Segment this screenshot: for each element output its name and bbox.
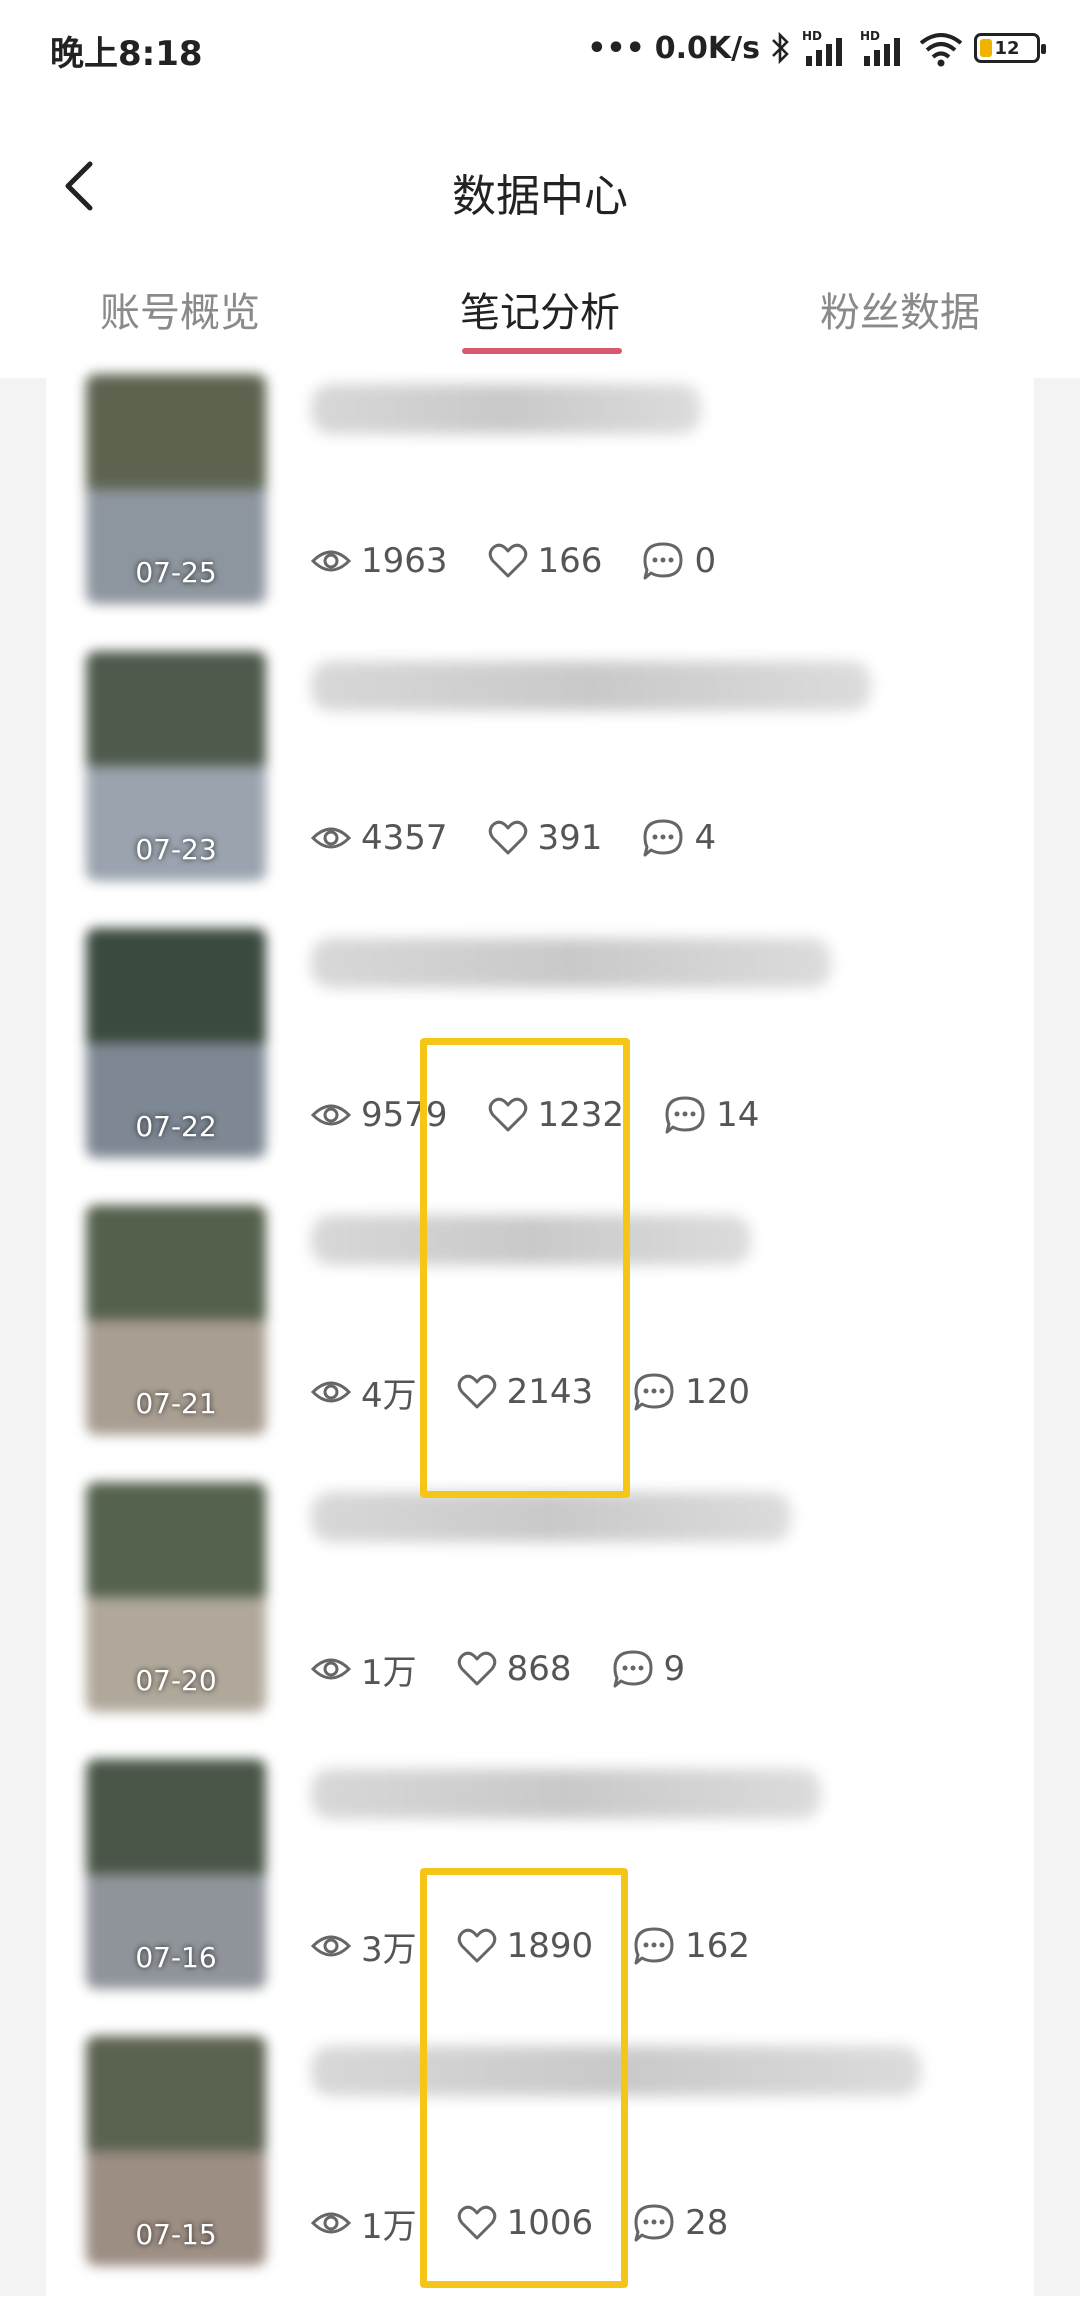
- note-date: 07-16: [135, 1941, 217, 1974]
- eye-icon: [311, 827, 351, 849]
- comments-count: 14: [716, 1095, 760, 1135]
- highlight-box-1: [420, 1038, 630, 1498]
- eye-icon: [311, 550, 351, 572]
- views-count: 4357: [361, 818, 448, 858]
- views-count: 1963: [361, 541, 448, 581]
- eye-icon: [311, 2212, 351, 2234]
- note-date: 07-25: [135, 556, 217, 589]
- note-date: 07-23: [135, 833, 217, 866]
- wifi-icon: [919, 33, 963, 67]
- signal-hd-icon-2: HD: [860, 29, 900, 66]
- note-stats: 1万 868 9: [311, 1644, 725, 1694]
- header: 数据中心 账号概览 笔记分析 粉丝数据: [0, 96, 1080, 376]
- comments-stat: 9: [612, 1649, 686, 1689]
- comment-icon: [634, 2204, 674, 2242]
- status-time: 晚上8:18: [50, 34, 203, 74]
- note-stats: 1963 166 0: [311, 536, 756, 586]
- note-title-blurred: [311, 1492, 791, 1542]
- comments-count: 9: [663, 1649, 686, 1689]
- comments-count: 0: [694, 541, 717, 581]
- likes-stat: 166: [488, 541, 603, 581]
- note-title-blurred: [311, 384, 701, 434]
- views-count: 3万: [361, 1929, 417, 1970]
- likes-stat: 868: [457, 1649, 572, 1689]
- note-title-blurred: [311, 938, 831, 988]
- likes-count: 391: [537, 818, 603, 858]
- bluetooth-icon: [772, 31, 789, 65]
- battery-level: 12: [994, 37, 1020, 59]
- battery-icon: 12: [974, 33, 1046, 63]
- views-stat: 1万: [311, 1645, 417, 1694]
- heart-icon: [488, 543, 527, 578]
- views-count: 1万: [361, 2206, 417, 2247]
- status-icons: ••• 0.0K/s HD HD 12: [587, 22, 1046, 74]
- note-date: 07-20: [135, 1664, 217, 1697]
- eye-icon: [311, 1104, 351, 1126]
- note-row[interactable]: 07-23 4357 391 4: [46, 651, 1034, 927]
- heart-icon: [457, 1651, 496, 1686]
- views-stat: 1万: [311, 2199, 417, 2248]
- signal-hd-icon: HD: [802, 29, 842, 66]
- svg-text:HD: HD: [860, 29, 880, 43]
- likes-count: 868: [506, 1649, 572, 1689]
- more-dots-icon: •••: [587, 30, 645, 66]
- comment-icon: [665, 1096, 705, 1134]
- comments-count: 162: [685, 1926, 751, 1966]
- status-bar: 晚上8:18 ••• 0.0K/s HD HD 12: [0, 0, 1080, 96]
- page-title: 数据中心: [452, 171, 628, 222]
- active-tab-indicator: [462, 348, 622, 354]
- comment-icon: [634, 1373, 674, 1411]
- tab-bar: 账号概览 笔记分析 粉丝数据: [0, 280, 1080, 370]
- note-date: 07-15: [135, 2218, 217, 2251]
- tab-fan-data[interactable]: 粉丝数据: [820, 280, 980, 338]
- comment-icon: [613, 1650, 653, 1688]
- views-stat: 1963: [311, 541, 448, 581]
- eye-icon: [311, 1935, 351, 1957]
- note-date: 07-21: [135, 1387, 217, 1420]
- comments-stat: 162: [633, 1926, 750, 1966]
- highlight-box-2: [420, 1868, 628, 2288]
- views-count: 1万: [361, 1652, 417, 1693]
- note-title-blurred: [311, 661, 871, 711]
- comments-stat: 4: [642, 818, 716, 858]
- eye-icon: [311, 1658, 351, 1680]
- svg-text:HD: HD: [802, 29, 822, 43]
- tab-note-analysis[interactable]: 笔记分析: [460, 280, 620, 338]
- network-speed: 0.0K/s: [654, 30, 760, 66]
- comments-stat: 120: [633, 1372, 750, 1412]
- comments-count: 4: [694, 818, 717, 858]
- note-row[interactable]: 07-20 1万 868 9: [46, 1482, 1034, 1758]
- comment-icon: [643, 819, 683, 857]
- tab-account-overview[interactable]: 账号概览: [100, 280, 260, 338]
- views-stat: 4万: [311, 1368, 417, 1417]
- note-title-blurred: [311, 1769, 821, 1819]
- comments-stat: 28: [633, 2203, 728, 2243]
- likes-count: 166: [537, 541, 603, 581]
- comments-stat: 14: [664, 1095, 759, 1135]
- eye-icon: [311, 1381, 351, 1403]
- note-stats: 4357 391 4: [311, 813, 756, 863]
- comment-icon: [634, 1927, 674, 1965]
- note-date: 07-22: [135, 1110, 217, 1143]
- comments-stat: 0: [642, 541, 716, 581]
- heart-icon: [488, 820, 527, 855]
- comment-icon: [643, 542, 683, 580]
- note-row[interactable]: 07-25 1963 166 0: [46, 374, 1034, 650]
- views-stat: 4357: [311, 818, 448, 858]
- views-count: 4万: [361, 1375, 417, 1416]
- comments-count: 120: [685, 1372, 751, 1412]
- views-stat: 3万: [311, 1922, 417, 1971]
- comments-count: 28: [685, 2203, 729, 2243]
- likes-stat: 391: [488, 818, 603, 858]
